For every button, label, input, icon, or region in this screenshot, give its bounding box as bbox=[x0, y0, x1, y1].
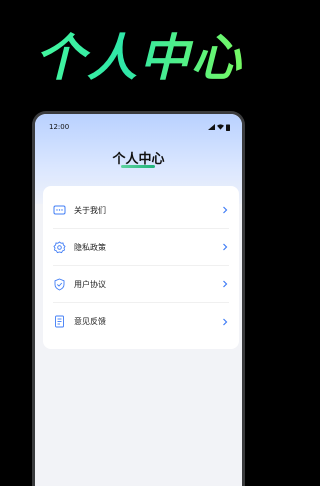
chevron-right-icon bbox=[221, 317, 229, 327]
phone-frame: 12:00 个人中心 关于我们 隐私政策 用户协议 意见反馈 bbox=[32, 111, 245, 486]
menu-label-user-agreement: 用户协议 bbox=[74, 279, 106, 289]
status-icons bbox=[208, 124, 230, 131]
chevron-right-icon bbox=[221, 279, 229, 289]
battery-icon bbox=[226, 124, 230, 131]
menu-card: 关于我们 隐私政策 用户协议 意见反馈 bbox=[43, 186, 239, 349]
menu-label-about-us: 关于我们 bbox=[74, 205, 106, 215]
phone-screen: 12:00 个人中心 关于我们 隐私政策 用户协议 意见反馈 bbox=[35, 114, 242, 486]
shield-check-icon bbox=[53, 278, 66, 291]
menu-item-privacy-policy[interactable]: 隐私政策 bbox=[53, 229, 229, 266]
promo-title: 个人中心 bbox=[0, 26, 278, 90]
menu-item-feedback[interactable]: 意见反馈 bbox=[53, 303, 229, 340]
wifi-icon bbox=[217, 124, 224, 130]
status-bar: 12:00 bbox=[35, 120, 242, 134]
feedback-doc-icon bbox=[53, 315, 66, 328]
signal-icon bbox=[208, 124, 215, 130]
menu-item-about-us[interactable]: 关于我们 bbox=[53, 192, 229, 229]
chevron-right-icon bbox=[221, 205, 229, 215]
message-dots-icon bbox=[53, 204, 66, 217]
status-time: 12:00 bbox=[49, 123, 70, 131]
menu-label-privacy-policy: 隐私政策 bbox=[74, 242, 106, 252]
gear-icon bbox=[53, 240, 66, 254]
menu-label-feedback: 意见反馈 bbox=[74, 317, 106, 326]
menu-item-user-agreement[interactable]: 用户协议 bbox=[53, 266, 229, 303]
chevron-right-icon bbox=[221, 242, 229, 252]
title-underline bbox=[121, 165, 155, 168]
